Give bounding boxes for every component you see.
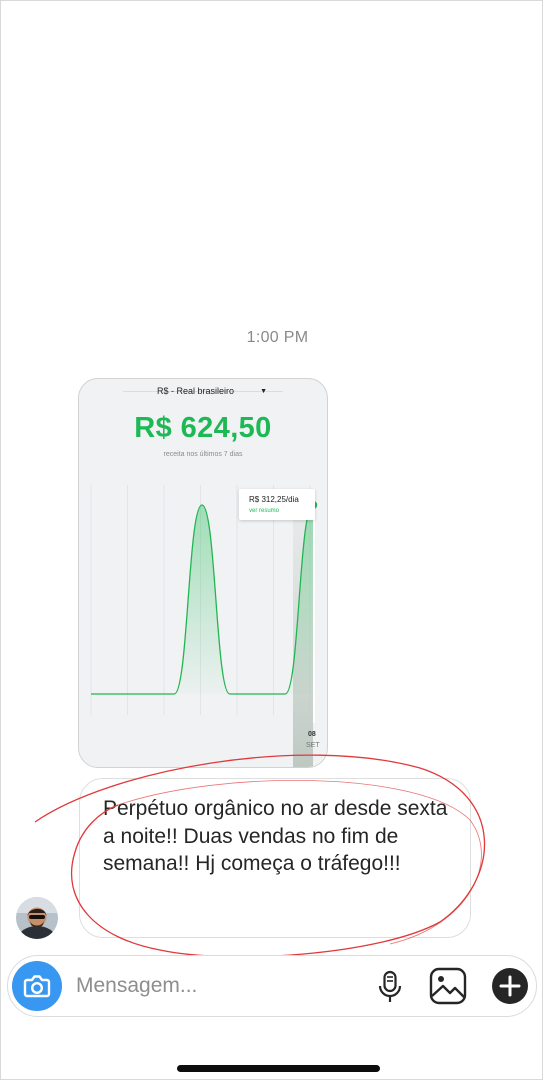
home-indicator bbox=[177, 1065, 380, 1072]
plus-icon bbox=[492, 968, 528, 1004]
selected-day-marker-line bbox=[313, 505, 315, 723]
microphone-button[interactable] bbox=[370, 966, 410, 1006]
message-bubble[interactable]: Perpétuo orgânico no ar desde sexta a no… bbox=[79, 778, 471, 938]
sender-avatar[interactable] bbox=[16, 897, 58, 939]
message-text: Perpétuo orgânico no ar desde sexta a no… bbox=[103, 797, 448, 875]
x-axis-month-label: SET bbox=[306, 742, 320, 749]
shared-screenshot[interactable]: R$ - Real brasileiro ▼ R$ 624,50 receita… bbox=[78, 378, 328, 768]
gallery-button[interactable] bbox=[428, 966, 468, 1006]
gallery-icon bbox=[429, 967, 467, 1005]
camera-button[interactable] bbox=[12, 961, 62, 1011]
revenue-area bbox=[91, 505, 313, 694]
tooltip-value: R$ 312,25/dia bbox=[249, 495, 299, 504]
microphone-icon bbox=[378, 970, 402, 1002]
message-input[interactable] bbox=[76, 968, 356, 1004]
add-button[interactable] bbox=[490, 966, 530, 1006]
camera-icon bbox=[23, 975, 51, 998]
message-timestamp: 1:00 PM bbox=[246, 329, 309, 346]
tooltip-link: ver resumo bbox=[249, 508, 280, 514]
x-axis-day-label: 08 bbox=[308, 731, 316, 738]
message-composer bbox=[7, 955, 537, 1017]
revenue-chart bbox=[90, 485, 318, 767]
chart-tooltip: R$ 312,25/dia ver resumo bbox=[239, 489, 315, 520]
